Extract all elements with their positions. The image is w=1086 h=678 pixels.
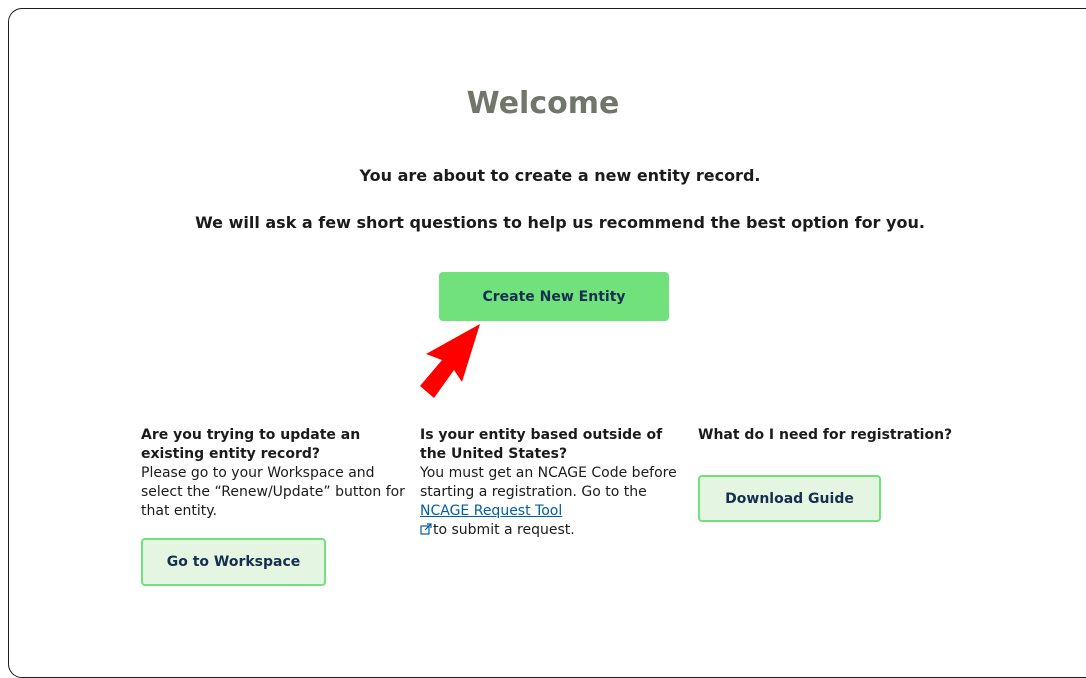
outside-us-text: You must get an NCAGE Code before starti… [420,464,690,540]
outside-us-text-before: You must get an NCAGE Code before starti… [420,465,677,500]
intro-line-2: We will ask a few short questions to hel… [195,213,925,232]
outside-us-question: Is your entity based outside of the Unit… [420,427,663,462]
outside-us-text-after: to submit a request. [433,522,575,538]
go-to-workspace-button[interactable]: Go to Workspace [141,538,326,586]
create-new-entity-button[interactable]: Create New Entity [439,272,669,321]
update-entity-question: Are you trying to update an existing ent… [141,427,361,462]
external-link-icon[interactable] [420,523,432,535]
update-entity-text: Please go to your Workspace and select t… [141,465,405,519]
download-guide-button[interactable]: Download Guide [698,475,881,522]
page-title: Welcome [466,86,620,121]
outside-us-section: Is your entity based outside of the Unit… [420,426,690,540]
registration-needs-section: What do I need for registration? [698,426,968,445]
registration-needs-question: What do I need for registration? [698,427,953,443]
update-entity-section: Are you trying to update an existing ent… [141,426,411,521]
ncage-request-tool-link[interactable]: NCAGE Request Tool [420,503,562,519]
intro-line-1: You are about to create a new entity rec… [359,166,761,185]
red-arrow-icon [420,324,480,398]
